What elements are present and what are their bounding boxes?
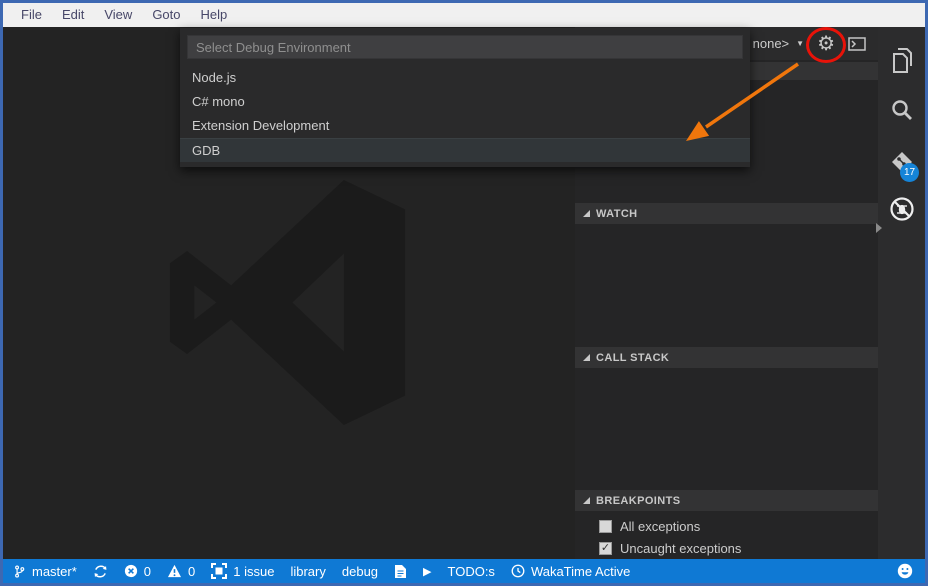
wakatime-label: WakaTime Active xyxy=(531,564,630,579)
issues-status[interactable]: 1 issue xyxy=(211,563,274,579)
todos-status[interactable]: TODO:s xyxy=(448,564,495,579)
menu-edit[interactable]: Edit xyxy=(52,3,94,27)
bug-slash-icon xyxy=(888,195,916,223)
gear-icon: ⚙ xyxy=(817,34,835,54)
document-icon xyxy=(394,564,407,579)
activity-debug-button[interactable] xyxy=(878,189,925,229)
breakpoint-all-exceptions[interactable]: ✓ All exceptions xyxy=(575,515,878,537)
feedback-status[interactable] xyxy=(897,563,913,579)
checkbox-checked-icon[interactable]: ✓ xyxy=(599,542,612,555)
run-status[interactable]: ▶ xyxy=(423,565,431,578)
option-csharp-mono[interactable]: C# mono xyxy=(180,90,750,114)
warning-count[interactable]: 0 xyxy=(167,564,195,579)
activity-source-control-button[interactable]: 17 xyxy=(878,143,925,183)
launch-config-dropdown[interactable]: none> ▼ xyxy=(753,36,804,51)
breakpoint-list: ✓ All exceptions ✓ Uncaught exceptions xyxy=(575,515,878,559)
sync-status[interactable] xyxy=(93,564,108,579)
menu-view[interactable]: View xyxy=(94,3,142,27)
issues-label: 1 issue xyxy=(233,564,274,579)
debug-status[interactable]: debug xyxy=(342,564,378,579)
debug-environment-list: Node.js C# mono Extension Development GD… xyxy=(180,66,750,162)
option-nodejs[interactable]: Node.js xyxy=(180,66,750,90)
debug-environment-input[interactable] xyxy=(187,35,743,59)
checkbox-unchecked-icon[interactable]: ✓ xyxy=(599,520,612,533)
menu-goto[interactable]: Goto xyxy=(142,3,190,27)
wakatime-status[interactable]: WakaTime Active xyxy=(511,564,630,579)
sync-icon xyxy=(93,564,108,579)
breakpoints-section-title: BREAKPOINTS xyxy=(596,495,680,507)
menu-bar: File Edit View Goto Help xyxy=(3,3,925,27)
git-branch-icon xyxy=(13,564,26,579)
workbench: none> ▼ ⚙ WATCH xyxy=(3,27,925,559)
expand-triangle-icon xyxy=(583,210,590,217)
menu-help[interactable]: Help xyxy=(191,3,238,27)
call-stack-section-header[interactable]: CALL STACK xyxy=(575,347,878,368)
breakpoint-label: Uncaught exceptions xyxy=(620,541,741,556)
activity-explorer-button[interactable] xyxy=(878,41,925,81)
menu-file[interactable]: File xyxy=(11,3,52,27)
breakpoint-uncaught-exceptions[interactable]: ✓ Uncaught exceptions xyxy=(575,537,878,559)
launch-config-value: none> xyxy=(753,36,790,51)
breakpoint-label: All exceptions xyxy=(620,519,700,534)
debug-label: debug xyxy=(342,564,378,579)
search-icon xyxy=(889,98,915,124)
status-bar: master* 0 xyxy=(3,559,925,583)
library-status[interactable]: library xyxy=(290,564,325,579)
smiley-icon xyxy=(897,563,913,579)
vscode-window: File Edit View Goto Help none> ▼ ⚙ xyxy=(0,0,928,586)
console-icon xyxy=(848,37,866,51)
library-label: library xyxy=(290,564,325,579)
configure-gear-button[interactable]: ⚙ xyxy=(817,34,835,54)
expand-triangle-icon xyxy=(583,354,590,361)
warning-count-value: 0 xyxy=(188,564,195,579)
watch-section-header[interactable]: WATCH xyxy=(575,203,878,224)
document-status[interactable] xyxy=(394,564,407,579)
issues-icon xyxy=(211,563,227,579)
active-view-arrow-icon xyxy=(876,223,882,233)
watch-section-title: WATCH xyxy=(596,208,638,220)
clock-icon xyxy=(511,564,525,578)
warning-icon xyxy=(167,564,182,578)
call-stack-section-title: CALL STACK xyxy=(596,352,669,364)
todos-label: TODO:s xyxy=(448,564,495,579)
expand-triangle-icon xyxy=(583,497,590,504)
scm-badge: 17 xyxy=(900,163,919,182)
error-count[interactable]: 0 xyxy=(124,564,151,579)
error-count-value: 0 xyxy=(144,564,151,579)
git-branch-status[interactable]: master* xyxy=(13,564,77,579)
branch-name: master* xyxy=(32,564,77,579)
option-extension-development[interactable]: Extension Development xyxy=(180,114,750,138)
option-gdb[interactable]: GDB xyxy=(180,138,750,162)
breakpoints-section-header[interactable]: BREAKPOINTS xyxy=(575,490,878,511)
vscode-logo-watermark xyxy=(160,180,415,425)
activity-bar: 17 xyxy=(878,27,925,559)
debug-console-button[interactable] xyxy=(848,37,866,51)
files-icon xyxy=(889,47,915,75)
error-icon xyxy=(124,564,138,578)
chevron-down-icon: ▼ xyxy=(796,39,804,48)
play-icon: ▶ xyxy=(423,565,431,578)
quick-open-panel: Node.js C# mono Extension Development GD… xyxy=(180,28,750,167)
activity-search-button[interactable] xyxy=(878,91,925,131)
